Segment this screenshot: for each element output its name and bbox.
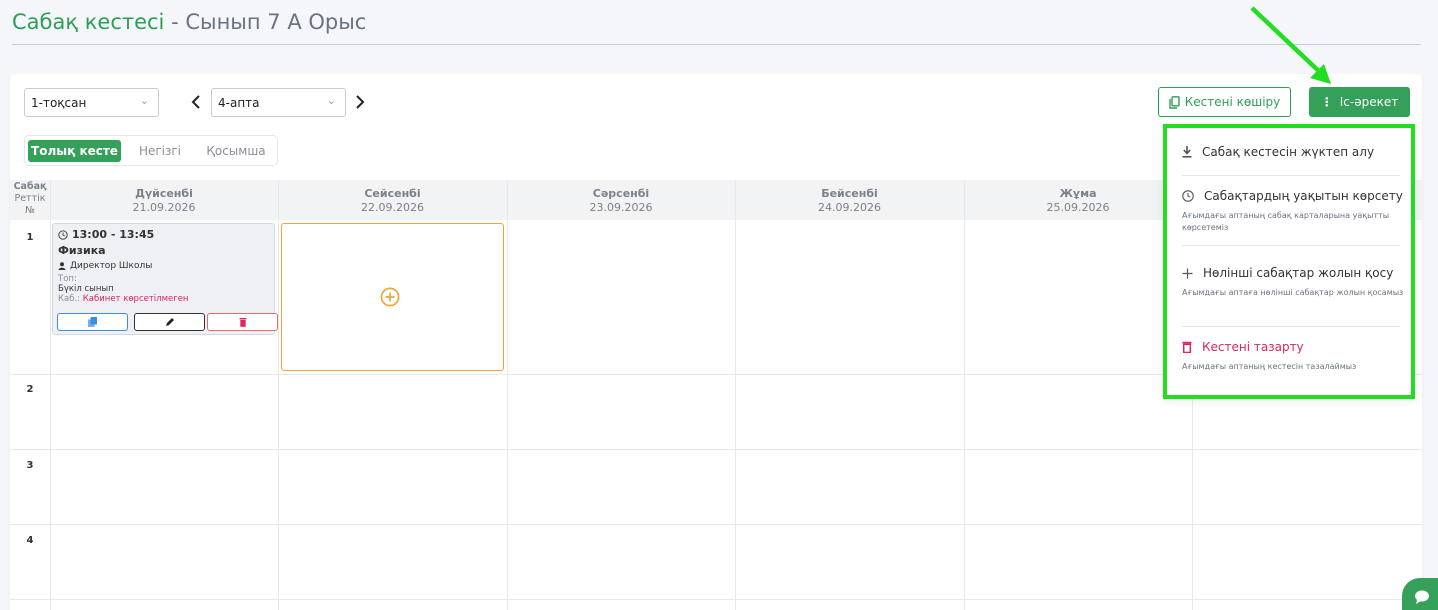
menu-item-label: Нөлінші сабақтар жолын қосу (1203, 266, 1394, 280)
week-select[interactable]: 4-апта ⌄ (211, 88, 346, 117)
menu-item-label: Кестені тазарту (1202, 340, 1304, 354)
plus-icon (1182, 268, 1193, 278)
actions-dropdown: Сабақ кестесін жүктеп алу Сабақтардың уа… (1163, 124, 1415, 399)
copy-schedule-button[interactable]: Кестені көшіру (1158, 87, 1291, 117)
tab-full-schedule[interactable]: Толық кесте (28, 140, 121, 162)
lesson-teacher-name: Директор Школы (70, 261, 153, 271)
day-name: Сейсенбі (364, 187, 421, 200)
more-vertical-icon: ⋮ (1320, 95, 1333, 109)
lesson-group-label: Топ: (58, 274, 77, 284)
tab-additional[interactable]: Қосымша (197, 140, 275, 162)
row-number: 2 (26, 384, 34, 395)
title-divider (12, 44, 1421, 45)
day-header-monday: Дүйсенбі 21.09.2026 (50, 180, 278, 220)
lesson-card[interactable]: 13:00 - 13:45 Физика Директор Школы Топ:… (52, 223, 278, 335)
trash-icon (1182, 341, 1192, 353)
day-date: 22.09.2026 (361, 201, 424, 214)
day-date: 21.09.2026 (132, 201, 196, 214)
lesson-actions (57, 313, 278, 331)
header-line: № (25, 205, 35, 216)
grid-line (735, 180, 736, 610)
quarter-select[interactable]: 1-тоқсан ⌄ (24, 88, 159, 117)
grid-line (964, 180, 965, 610)
grid-line (507, 180, 508, 610)
day-date: 23.09.2026 (589, 201, 653, 214)
download-icon (1182, 146, 1192, 158)
user-icon (58, 262, 66, 270)
annotation-arrow-icon (1250, 6, 1331, 84)
menu-item-clear-schedule[interactable]: Кестені тазарту Ағымдағы аптаның кестесі… (1182, 340, 1404, 373)
chevron-down-icon: ⌄ (326, 94, 336, 107)
trash-icon (239, 318, 246, 327)
grid-line (278, 180, 279, 610)
day-date: 25.09.2026 (1046, 201, 1110, 214)
pencil-icon (165, 318, 174, 326)
add-lesson-slot[interactable] (281, 223, 504, 371)
menu-item-description: Ағымдағы аптаның сабақ карталарына уақыт… (1182, 211, 1390, 232)
clock-icon (58, 229, 68, 240)
day-header-tuesday: Сейсенбі 22.09.2026 (278, 180, 507, 220)
grid-line (10, 524, 1422, 525)
copy-icon (1169, 95, 1180, 109)
lesson-time-text: 13:00 - 13:45 (72, 228, 155, 241)
chevron-left-icon (191, 95, 200, 109)
next-week-button[interactable] (352, 88, 368, 117)
chat-widget-button[interactable] (1402, 578, 1438, 610)
chevron-down-icon: ⌄ (139, 94, 149, 107)
lesson-teacher: Директор Школы (58, 261, 269, 271)
week-select-value: 4-апта (218, 96, 260, 110)
menu-item-show-time[interactable]: Сабақтардың уақытын көрсету Ағымдағы апт… (1182, 189, 1404, 234)
grid-line (50, 180, 51, 610)
lesson-room-label: Каб.: (58, 294, 81, 304)
lesson-subject: Физика (58, 244, 106, 257)
row-number: 1 (26, 232, 34, 243)
copy-icon (88, 317, 97, 327)
day-name: Дүйсенбі (135, 187, 193, 200)
lesson-delete-button[interactable] (207, 313, 278, 331)
chat-bubble-icon (1415, 590, 1429, 604)
menu-divider (1182, 175, 1400, 176)
plus-circle-icon (380, 287, 400, 307)
day-name: Бейсенбі (821, 187, 878, 200)
tab-main[interactable]: Негізгі (129, 140, 191, 162)
lesson-edit-button[interactable] (134, 313, 205, 331)
copy-schedule-label: Кестені көшіру (1184, 95, 1281, 109)
day-header-thursday: Бейсенбі 24.09.2026 (735, 180, 964, 220)
day-name: Сәрсенбі (592, 187, 650, 200)
row-number: 4 (26, 535, 34, 546)
lesson-copy-button[interactable] (57, 313, 128, 331)
header-line: Реттік (14, 193, 46, 204)
clock-icon (1182, 190, 1194, 202)
menu-item-label: Сабақтардың уақытын көрсету (1204, 189, 1403, 203)
menu-item-description: Ағымдағы аптаға нөлінші сабақтар жолын қ… (1182, 288, 1404, 297)
lesson-room-value: Кабинет көрсетілмеген (82, 294, 189, 304)
schedule-tabs: Толық кесте Негізгі Қосымша (24, 135, 278, 166)
menu-item-label: Сабақ кестесін жүктеп алу (1202, 145, 1375, 159)
day-header-wednesday: Сәрсенбі 23.09.2026 (507, 180, 735, 220)
grid-line (10, 449, 1422, 450)
day-date: 24.09.2026 (818, 201, 881, 214)
day-name: Жұма (1059, 187, 1097, 200)
menu-item-description: Ағымдағы аптаның кестесін тазалаймыз (1182, 362, 1357, 371)
lesson-room: Каб.: Кабинет көрсетілмеген (58, 294, 269, 304)
page-title-class: - Сынып 7 А Орыс (164, 10, 367, 34)
quarter-select-value: 1-тоқсан (31, 96, 87, 110)
lesson-group-value: Бүкіл сынып (58, 284, 114, 294)
menu-divider (1182, 245, 1400, 246)
prev-week-button[interactable] (188, 88, 204, 117)
actions-label: Іс-әрекет (1339, 95, 1399, 109)
chevron-right-icon (356, 95, 365, 109)
lesson-number-header: Сабақ Реттік № (10, 180, 50, 220)
lesson-time: 13:00 - 13:45 (58, 228, 269, 241)
row-number: 3 (26, 460, 34, 471)
page-title-main: Сабақ кестесі (12, 10, 165, 34)
day-header-friday: Жұма 25.09.2026 (964, 180, 1192, 220)
grid-line (10, 599, 1422, 600)
header-line: Сабақ (13, 181, 47, 192)
menu-item-add-zero-row[interactable]: Нөлінші сабақтар жолын қосу Ағымдағы апт… (1182, 266, 1404, 299)
page-title: Сабақ кестесі - Сынып 7 А Орыс (12, 10, 366, 34)
menu-item-download[interactable]: Сабақ кестесін жүктеп алу (1182, 145, 1404, 159)
menu-divider (1182, 326, 1400, 327)
actions-button[interactable]: ⋮ Іс-әрекет (1309, 87, 1410, 117)
